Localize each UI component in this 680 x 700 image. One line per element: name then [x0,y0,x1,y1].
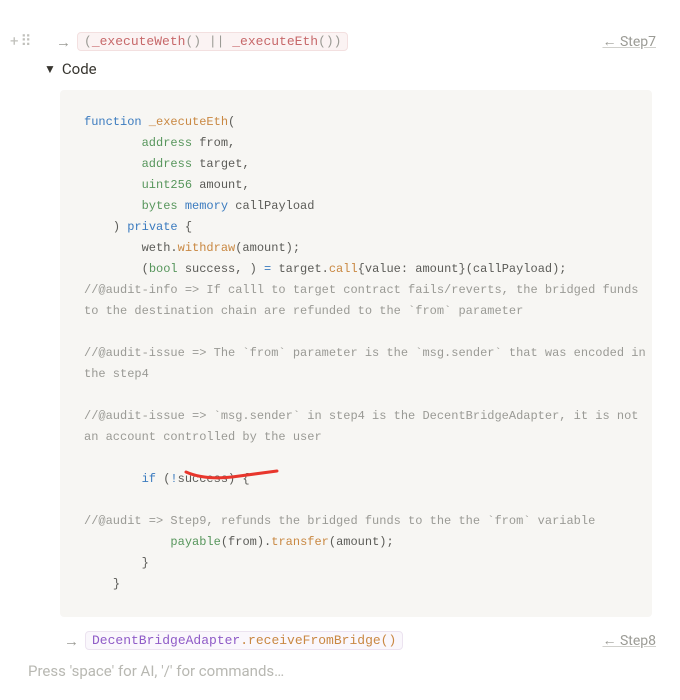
step7-link[interactable]: ← Step7 [602,33,670,50]
tok: success) { [178,472,250,486]
fn-name: _executeEth [142,115,228,129]
comment: to the destination chain are refunded to… [84,304,523,318]
block-gutter: + ⠿ [10,34,50,49]
tok: (from). [221,535,271,549]
tok: } [142,556,149,570]
code-class: DecentBridgeAdapter [92,633,240,648]
tok: success, ) [178,262,264,276]
code-method: receiveFromBridge [248,633,381,648]
kw-private: private [127,220,177,234]
comment: //@audit => Step9, refunds the bridged f… [84,514,595,528]
comment: an account controlled by the user [84,430,322,444]
step8-link[interactable]: ← Step8 [602,632,670,649]
kw-type: address [142,157,192,171]
tok: ( [156,472,170,486]
comment: //@audit-issue => The `from` parameter i… [84,346,646,360]
comment: //@audit-info => If calll to target cont… [84,283,639,297]
tok: from, [192,136,235,150]
code-fn1: _executeWeth [92,34,186,49]
code-end: ()) [318,34,341,49]
comment: the step4 [84,367,149,381]
code-paren: ( [84,34,92,49]
fn-call: transfer [271,535,329,549]
toggle-label: Code [62,60,97,78]
tok: ) [113,220,127,234]
tok: callPayload [228,199,314,213]
inline-code-executeweth[interactable]: (_executeWeth() || _executeEth()) [77,32,348,51]
tok: weth. [142,241,178,255]
tok: { [178,220,192,234]
block-row-bottom: → DecentBridgeAdapter.receiveFromBridge(… [10,625,670,652]
tok: target. [271,262,329,276]
tok: (amount); [329,535,394,549]
kw-type: bytes [142,199,178,213]
chevron-down-icon: ▼ [44,62,56,76]
code-dot: . [240,633,248,648]
tok: ( [228,115,235,129]
new-block-placeholder[interactable]: Press 'space' for AI, '/' for commands… [10,652,670,680]
arrow-right-icon: → [64,632,79,650]
block-row-top: + ⠿ → (_executeWeth() || _executeEth()) … [10,30,670,53]
tok: (amount); [235,241,300,255]
tok: ( [142,262,149,276]
kw-memory: memory [178,199,228,213]
code-parens: () [381,633,397,648]
kw-if: if [142,472,156,486]
op-not: ! [170,472,177,486]
code-sep: () || [185,34,232,49]
arrow-right-icon: → [56,33,71,51]
tok: } [113,577,120,591]
kw-type: uint256 [142,178,192,192]
tok: {value: amount}(callPayload); [358,262,567,276]
fn-call: call [329,262,358,276]
kw-function: function [84,115,142,129]
kw-type: bool [149,262,178,276]
tok: amount, [192,178,250,192]
inline-code-receivefrombridge[interactable]: DecentBridgeAdapter.receiveFromBridge() [85,631,403,650]
code-block[interactable]: function _executeEth( address from, addr… [60,90,652,617]
code-fn2: _executeEth [232,34,318,49]
plus-icon[interactable]: + [10,34,19,49]
drag-handle-icon[interactable]: ⠿ [21,34,32,49]
kw-type: address [142,136,192,150]
fn-call: withdraw [178,241,236,255]
tok: target, [192,157,250,171]
page-root: + ⠿ → (_executeWeth() || _executeEth()) … [0,0,680,700]
toggle-code[interactable]: ▼ Code [10,57,670,86]
comment: //@audit-issue => `msg.sender` in step4 … [84,409,639,423]
kw-payable: payable [170,535,220,549]
